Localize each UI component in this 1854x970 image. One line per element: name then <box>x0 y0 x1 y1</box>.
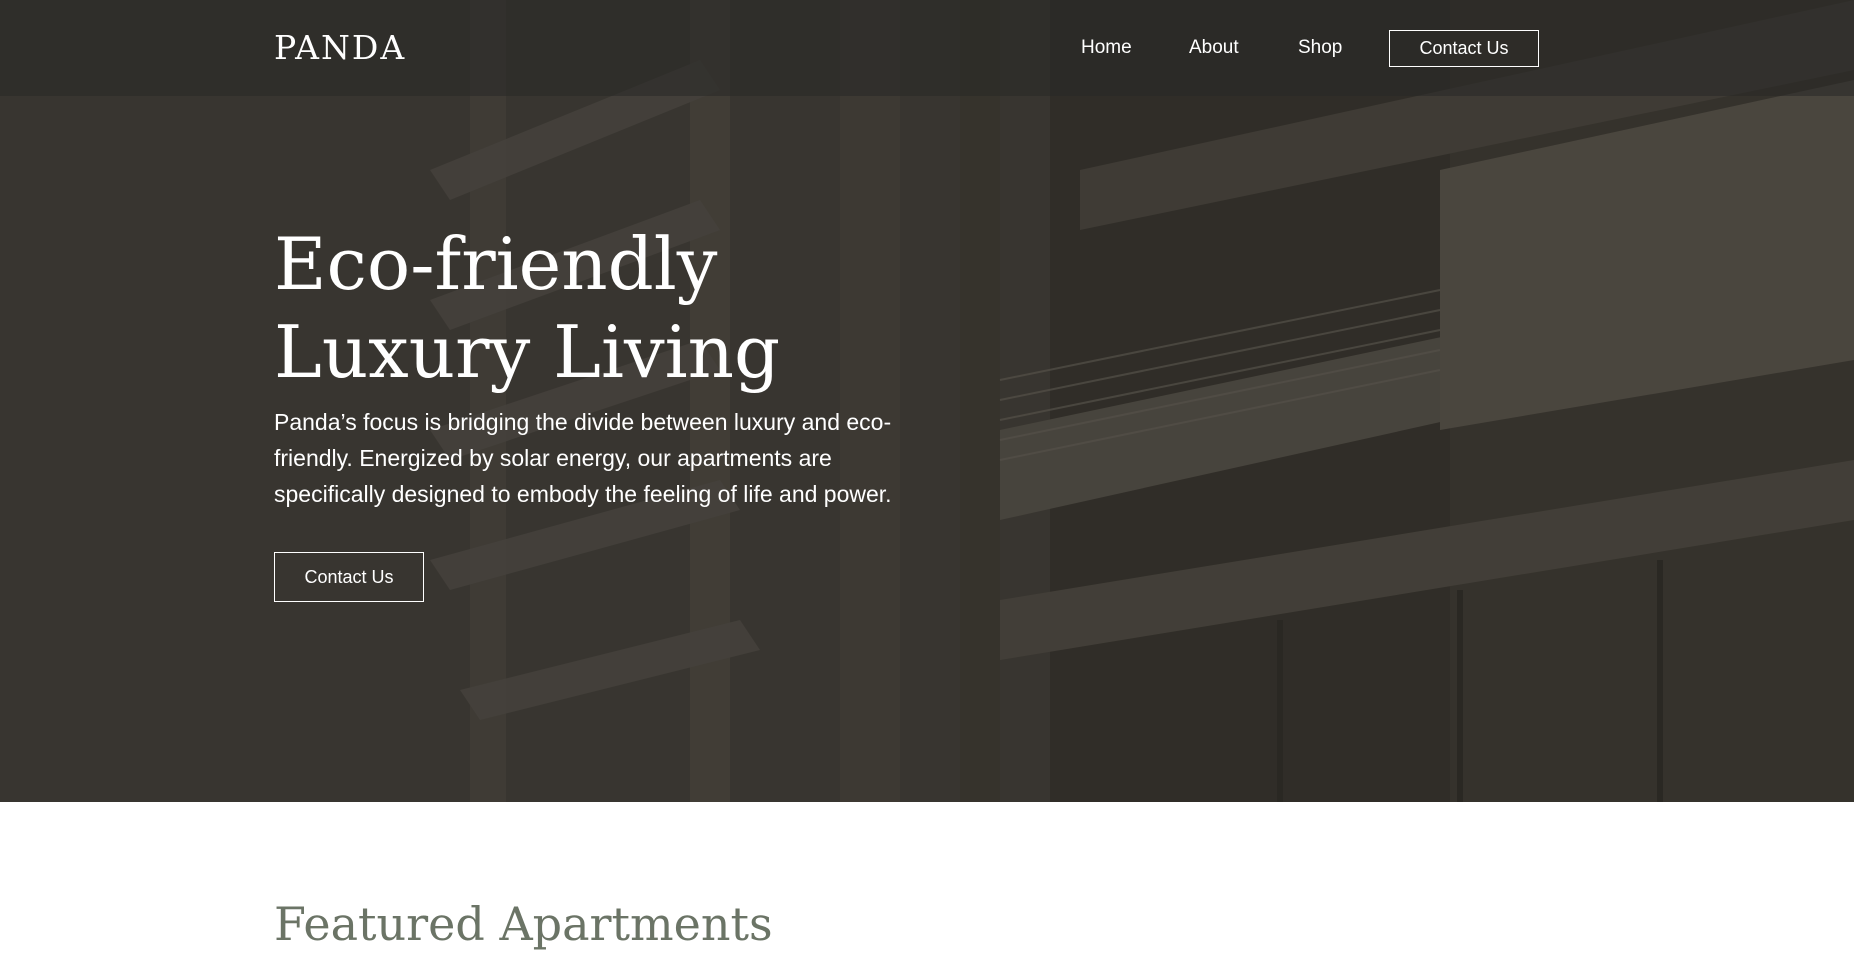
hero-section: PANDA Home About Shop Contact Us Eco-fri… <box>0 0 1854 802</box>
nav-shop[interactable]: Shop <box>1298 36 1342 60</box>
hero-contact-button[interactable]: Contact Us <box>274 552 424 602</box>
hero-background-image <box>0 0 1854 802</box>
featured-apartments-heading: Featured Apartments <box>274 897 773 951</box>
hero-title: Eco-friendly Luxury Living <box>274 220 974 396</box>
hero-title-line2: Luxury Living <box>274 310 781 394</box>
nav-home[interactable]: Home <box>1081 36 1132 60</box>
hero-description: Panda’s focus is bridging the divide bet… <box>274 409 892 507</box>
nav-about[interactable]: About <box>1189 36 1239 60</box>
brand-logo[interactable]: PANDA <box>274 28 406 68</box>
top-navbar: PANDA Home About Shop Contact Us <box>0 0 1854 96</box>
hero-title-line1: Eco-friendly <box>274 222 718 306</box>
nav-contact-button[interactable]: Contact Us <box>1389 30 1539 67</box>
